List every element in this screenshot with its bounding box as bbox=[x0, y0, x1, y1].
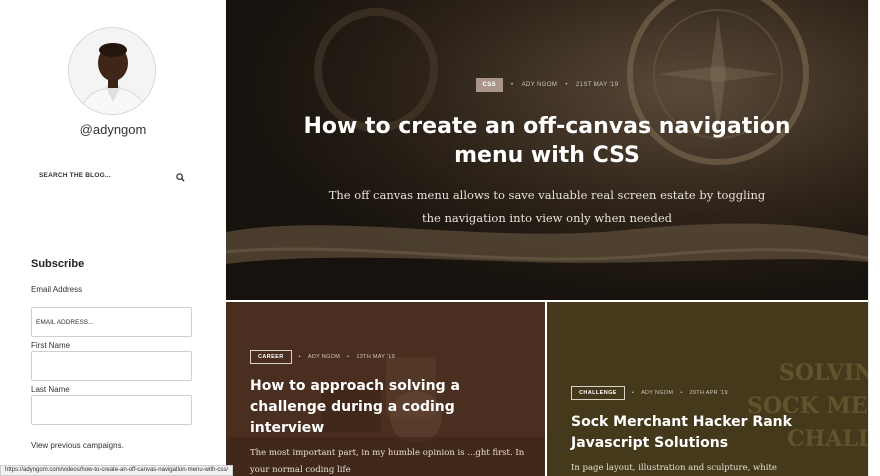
hero-post-excerpt: The off canvas menu allows to save valua… bbox=[328, 188, 766, 225]
card-author[interactable]: ADY NGOM bbox=[641, 390, 673, 396]
subscribe-heading: Subscribe bbox=[31, 258, 85, 270]
card-excerpt: In page layout, illustration and sculptu… bbox=[571, 463, 777, 473]
meta-separator: • bbox=[298, 354, 301, 360]
bg-word: SOLVING bbox=[779, 360, 868, 386]
email-label: Email Address bbox=[31, 285, 83, 294]
last-name-label: Last Name bbox=[31, 385, 70, 394]
card-title[interactable]: How to approach solving a challenge duri… bbox=[250, 376, 522, 439]
email-placeholder: EMAIL ADDRESS... bbox=[36, 319, 94, 326]
scrollbar-track[interactable] bbox=[868, 0, 880, 476]
post-card-challenge[interactable]: SOLVING SOCK MERCH CHALLE CHALLENGE • AD… bbox=[547, 302, 868, 476]
search-input[interactable]: SEARCH THE BLOG... bbox=[39, 172, 111, 179]
card-meta: CHALLENGE • ADY NGOM • 29TH APR '19 bbox=[571, 386, 728, 400]
meta-separator: • bbox=[347, 354, 350, 360]
first-name-field[interactable] bbox=[31, 351, 192, 381]
sidebar: @adyngom SEARCH THE BLOG... Subscribe Em… bbox=[0, 0, 226, 476]
card-author[interactable]: ADY NGOM bbox=[308, 354, 340, 360]
search-icon bbox=[175, 172, 185, 182]
browser-status-bar: https://adyngom.com/videos/how-to-create… bbox=[0, 465, 233, 476]
card-category-tag[interactable]: CAREER bbox=[250, 350, 292, 364]
view-previous-campaigns-link[interactable]: View previous campaigns. bbox=[31, 441, 124, 450]
meta-separator: • bbox=[631, 390, 635, 396]
search-box[interactable]: SEARCH THE BLOG... bbox=[31, 166, 191, 188]
first-name-label: First Name bbox=[31, 341, 71, 350]
search-button[interactable] bbox=[171, 168, 189, 186]
meta-separator: • bbox=[680, 390, 683, 396]
meta-separator: • bbox=[565, 82, 568, 88]
hero-category-tag[interactable]: CSS bbox=[475, 78, 504, 92]
hero-meta: CSS • ADY NGOM • 21ST MAY '19 bbox=[226, 78, 868, 92]
post-card-career[interactable]: CAREER • ADY NGOM • 13TH MAY '19 How to … bbox=[226, 302, 545, 476]
card-title[interactable]: Sock Merchant Hacker Rank Javascript Sol… bbox=[571, 412, 851, 454]
card-date: 29TH APR '19 bbox=[689, 390, 728, 396]
username-handle: @adyngom bbox=[79, 122, 147, 137]
card-excerpt: The most important part, in my humble op… bbox=[250, 448, 525, 475]
email-field[interactable]: EMAIL ADDRESS... bbox=[31, 307, 192, 337]
card-meta: CAREER • ADY NGOM • 13TH MAY '19 bbox=[250, 350, 395, 364]
hero-author[interactable]: ADY NGOM bbox=[522, 82, 558, 88]
card-category-tag[interactable]: CHALLENGE bbox=[571, 386, 625, 400]
last-name-field[interactable] bbox=[31, 395, 192, 425]
featured-post[interactable]: CSS • ADY NGOM • 21ST MAY '19 How to cre… bbox=[226, 0, 868, 300]
hero-date: 21ST MAY '19 bbox=[575, 82, 619, 88]
hero-post-title[interactable]: How to create an off-canvas navigation m… bbox=[286, 112, 808, 170]
meta-separator: • bbox=[511, 82, 514, 88]
avatar-photo bbox=[69, 28, 155, 114]
avatar[interactable] bbox=[68, 27, 156, 115]
card-date: 13TH MAY '19 bbox=[356, 354, 396, 360]
